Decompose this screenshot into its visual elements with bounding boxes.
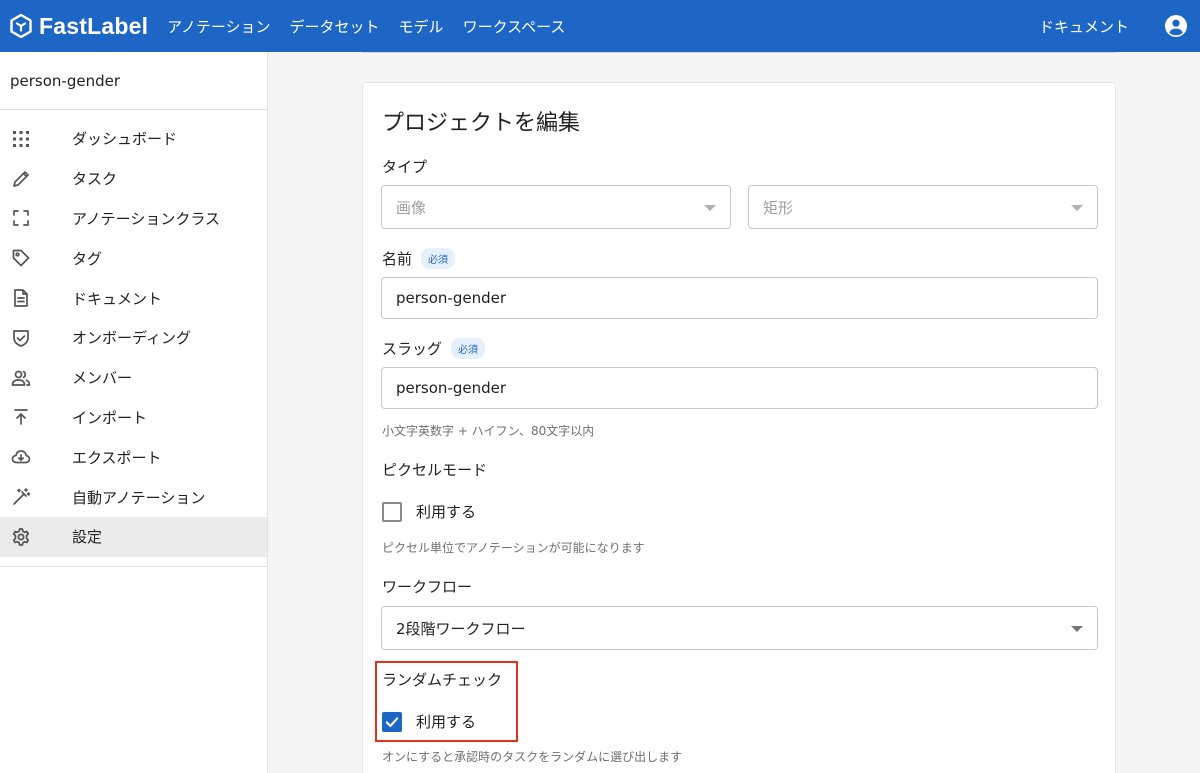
sidebar-item-dashboard[interactable]: ダッシュボード xyxy=(0,119,267,159)
sidebar-item-members[interactable]: メンバー xyxy=(0,358,267,398)
random-check-hint: オンにすると承認時のタスクをランダムに選び出します xyxy=(382,750,683,764)
sidebar-item-label: インポート xyxy=(72,408,148,427)
sidebar-item-label: 自動アノテーション xyxy=(72,488,206,507)
cloud-download-icon xyxy=(10,446,32,468)
sidebar-item-label: アノテーションクラス xyxy=(72,209,221,228)
people-icon xyxy=(10,367,32,389)
checkbox-box[interactable] xyxy=(382,501,402,522)
pixel-mode-checkbox-label: 利用する xyxy=(416,503,477,521)
sidebar-item-label: 設定 xyxy=(72,528,103,547)
type-select[interactable]: 画像 xyxy=(381,185,731,229)
document-icon xyxy=(10,287,32,309)
sidebar-item-label: メンバー xyxy=(72,369,133,388)
nav-dataset[interactable]: データセット xyxy=(290,16,380,37)
workflow-select[interactable]: 2段階ワークフロー xyxy=(381,606,1098,650)
chevron-down-icon xyxy=(704,205,716,211)
sidebar-item-label: オンボーディング xyxy=(72,329,191,348)
pixel-mode-checkbox[interactable]: 利用する xyxy=(382,501,476,522)
sidebar-item-label: ドキュメント xyxy=(72,289,163,308)
sidebar-item-documents[interactable]: ドキュメント xyxy=(0,278,267,318)
upload-icon xyxy=(10,406,32,428)
slug-label: スラッグ 必須 xyxy=(382,338,486,359)
sidebar-item-annotation-classes[interactable]: アノテーションクラス xyxy=(0,199,267,239)
sidebar-item-export[interactable]: エクスポート xyxy=(0,437,267,477)
tag-icon xyxy=(10,247,32,269)
type-label: タイプ xyxy=(382,156,427,177)
pixel-mode-hint: ピクセル単位でアノテーションが可能になります xyxy=(382,541,645,555)
workflow-select-value: 2段階ワークフロー xyxy=(396,619,526,638)
pixel-mode-label-text: ピクセルモード xyxy=(382,461,488,479)
type-select-value: 画像 xyxy=(396,198,427,217)
pixel-mode-label: ピクセルモード xyxy=(382,459,487,480)
content-divider xyxy=(362,52,1116,53)
chevron-down-icon xyxy=(1071,626,1083,632)
fastlabel-logo-icon xyxy=(10,14,32,38)
project-name: person-gender xyxy=(0,52,267,110)
logo[interactable]: FastLabel xyxy=(10,13,148,40)
shield-check-icon xyxy=(10,327,32,349)
workflow-label: ワークフロー xyxy=(382,576,472,597)
sidebar-menu: ダッシュボード タスク アノテーションクラス タグ ドキュメント オンボーディン… xyxy=(0,110,267,567)
required-badge: 必須 xyxy=(421,248,456,269)
nav-model[interactable]: モデル xyxy=(399,16,444,37)
chevron-down-icon xyxy=(1071,205,1083,211)
sidebar-item-settings[interactable]: 設定 xyxy=(0,516,267,557)
shape-select[interactable]: 矩形 xyxy=(748,185,1098,229)
docs-link[interactable]: ドキュメント xyxy=(1039,16,1129,37)
name-label: 名前 必須 xyxy=(382,248,456,269)
sidebar: person-gender ダッシュボード タスク アノテーションクラス タグ … xyxy=(0,52,268,773)
workflow-label-text: ワークフロー xyxy=(382,578,473,596)
sidebar-item-tags[interactable]: タグ xyxy=(0,238,267,278)
required-badge: 必須 xyxy=(451,338,486,359)
name-input[interactable]: person-gender xyxy=(381,277,1098,319)
nav-annotation[interactable]: アノテーション xyxy=(167,16,270,37)
slug-input-value: person-gender xyxy=(396,379,507,397)
slug-hint: 小文字英数字 + ハイフン、80文字以内 xyxy=(382,424,595,438)
slug-label-text: スラッグ xyxy=(382,340,443,358)
main-nav: アノテーション データセット モデル ワークスペース xyxy=(167,16,584,37)
highlight-annotation-box xyxy=(375,661,518,742)
sidebar-item-label: タスク xyxy=(72,170,118,189)
sidebar-item-label: エクスポート xyxy=(72,448,162,467)
sidebar-item-import[interactable]: インポート xyxy=(0,398,267,438)
type-label-text: タイプ xyxy=(382,158,428,176)
crop-frame-icon xyxy=(10,207,32,229)
name-label-text: 名前 xyxy=(382,250,413,268)
name-input-value: person-gender xyxy=(396,289,507,307)
nav-workspace[interactable]: ワークスペース xyxy=(463,16,566,37)
top-app-bar: FastLabel アノテーション データセット モデル ワークスペース ドキュ… xyxy=(0,0,1200,52)
sidebar-item-label: タグ xyxy=(72,249,103,268)
grid-icon xyxy=(10,128,32,150)
gear-icon xyxy=(10,526,32,548)
brand-name: FastLabel xyxy=(39,12,149,39)
sidebar-item-auto-annotation[interactable]: 自動アノテーション xyxy=(0,477,267,517)
slug-input[interactable]: person-gender xyxy=(381,367,1098,409)
account-circle-icon[interactable] xyxy=(1163,13,1189,39)
pencil-icon xyxy=(10,168,32,190)
magic-wand-icon xyxy=(10,486,32,508)
sidebar-item-tasks[interactable]: タスク xyxy=(0,159,267,199)
shape-select-value: 矩形 xyxy=(763,198,794,217)
sidebar-item-label: ダッシュボード xyxy=(72,130,178,149)
sidebar-item-onboarding[interactable]: オンボーディング xyxy=(0,318,267,358)
page-title: プロジェクトを編集 xyxy=(382,111,581,136)
